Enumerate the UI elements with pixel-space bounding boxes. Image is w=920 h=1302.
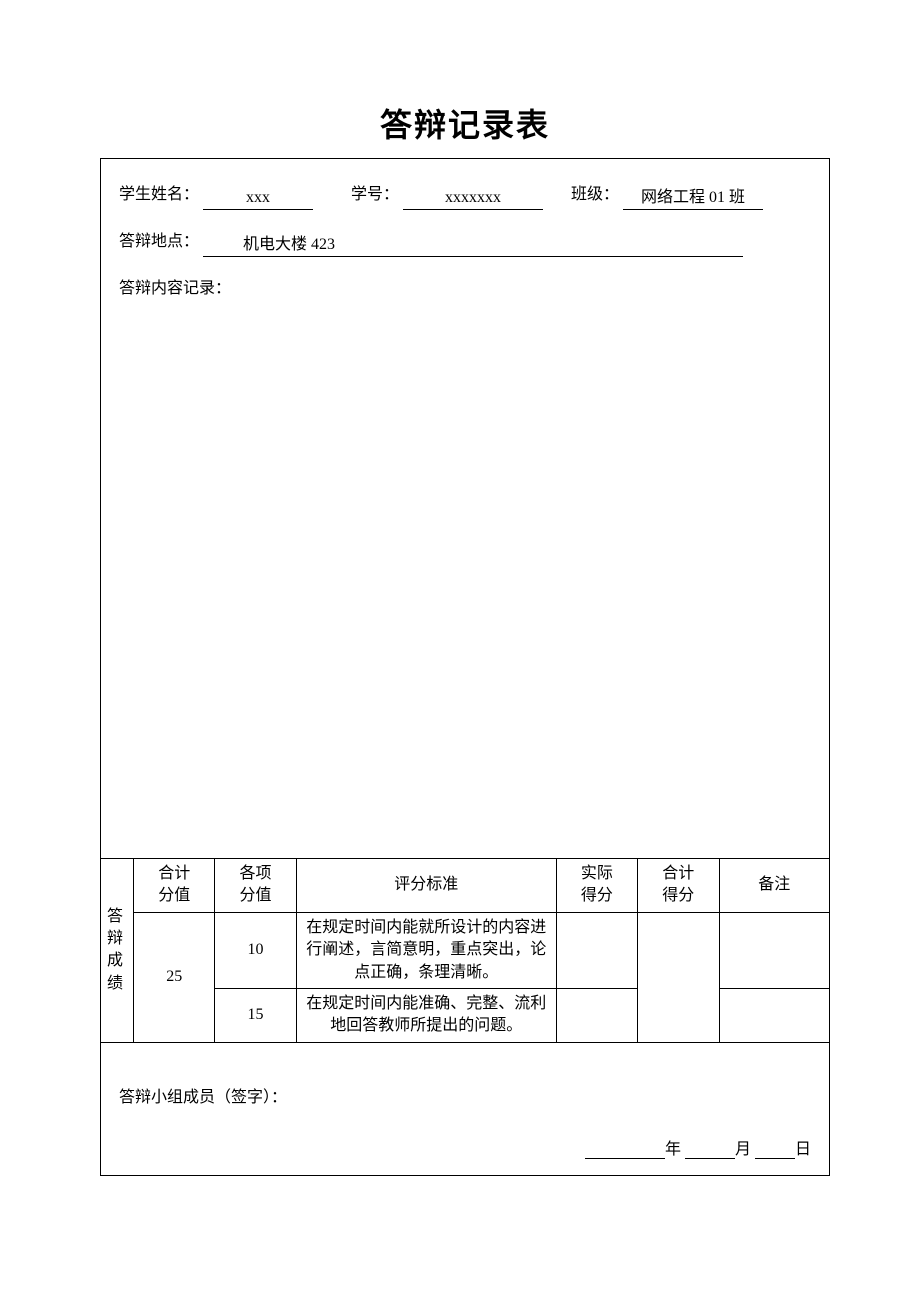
cell-item-points: 15 bbox=[215, 988, 296, 1041]
value-location: 机电大楼 423 bbox=[203, 234, 743, 256]
blank-month bbox=[685, 1140, 735, 1159]
value-name: xxx bbox=[203, 187, 313, 209]
th-total-score: 合计得分 bbox=[638, 859, 719, 912]
th-item-points: 各项分值 bbox=[215, 859, 296, 912]
cell-actual-score bbox=[556, 988, 637, 1041]
cell-total-points: 25 bbox=[134, 912, 215, 1041]
signature-section: 答辩小组成员（签字）： 年 月 日 bbox=[101, 1042, 829, 1175]
form-container: 学生姓名： xxx 学号： xxxxxxx 班级： 网络工程 01 班 答辩地点… bbox=[100, 158, 830, 1176]
th-total-points: 合计分值 bbox=[134, 859, 215, 912]
row-student: 学生姓名： xxx 学号： xxxxxxx 班级： 网络工程 01 班 bbox=[119, 181, 811, 210]
blank-day bbox=[755, 1140, 795, 1159]
cell-remark bbox=[719, 912, 829, 988]
table-header-row: 答辩成绩 合计分值 各项分值 评分标准 实际得分 合计得分 备注 bbox=[101, 859, 829, 912]
page: 答辩记录表 学生姓名： xxx 学号： xxxxxxx 班级： 网络工程 01 … bbox=[0, 0, 920, 1256]
cell-actual-score bbox=[556, 912, 637, 988]
value-id: xxxxxxx bbox=[403, 187, 543, 209]
row-header: 答辩成绩 bbox=[101, 859, 134, 1042]
cell-total-score bbox=[638, 912, 719, 1041]
label-day: 日 bbox=[795, 1141, 811, 1158]
page-title: 答辩记录表 bbox=[100, 100, 830, 146]
cell-item-points: 10 bbox=[215, 912, 296, 988]
th-remark: 备注 bbox=[719, 859, 829, 912]
label-class: 班级： bbox=[571, 186, 619, 203]
label-month: 月 bbox=[735, 1141, 751, 1158]
info-section: 学生姓名： xxx 学号： xxxxxxx 班级： 网络工程 01 班 答辩地点… bbox=[101, 159, 829, 859]
blank-year bbox=[585, 1140, 665, 1159]
label-location: 答辩地点： bbox=[119, 233, 199, 250]
th-criteria: 评分标准 bbox=[296, 859, 556, 912]
row-record-label: 答辩内容记录： bbox=[119, 275, 811, 304]
cell-criteria: 在规定时间内能就所设计的内容进行阐述，言简意明，重点突出，论点正确，条理清晰。 bbox=[296, 912, 556, 988]
label-record: 答辩内容记录： bbox=[119, 280, 231, 297]
date-line: 年 月 日 bbox=[119, 1135, 811, 1159]
label-id: 学号： bbox=[351, 186, 399, 203]
signature-label: 答辩小组成员（签字）： bbox=[119, 1083, 811, 1107]
label-name: 学生姓名： bbox=[119, 186, 199, 203]
cell-criteria: 在规定时间内能准确、完整、流利地回答教师所提出的问题。 bbox=[296, 988, 556, 1041]
th-actual-score: 实际得分 bbox=[556, 859, 637, 912]
label-year: 年 bbox=[665, 1141, 681, 1158]
value-class: 网络工程 01 班 bbox=[623, 187, 763, 209]
cell-remark bbox=[719, 988, 829, 1041]
row-location: 答辩地点： 机电大楼 423 bbox=[119, 228, 811, 257]
score-table: 答辩成绩 合计分值 各项分值 评分标准 实际得分 合计得分 备注 25 10 在… bbox=[101, 859, 829, 1042]
table-row: 25 10 在规定时间内能就所设计的内容进行阐述，言简意明，重点突出，论点正确，… bbox=[101, 912, 829, 988]
